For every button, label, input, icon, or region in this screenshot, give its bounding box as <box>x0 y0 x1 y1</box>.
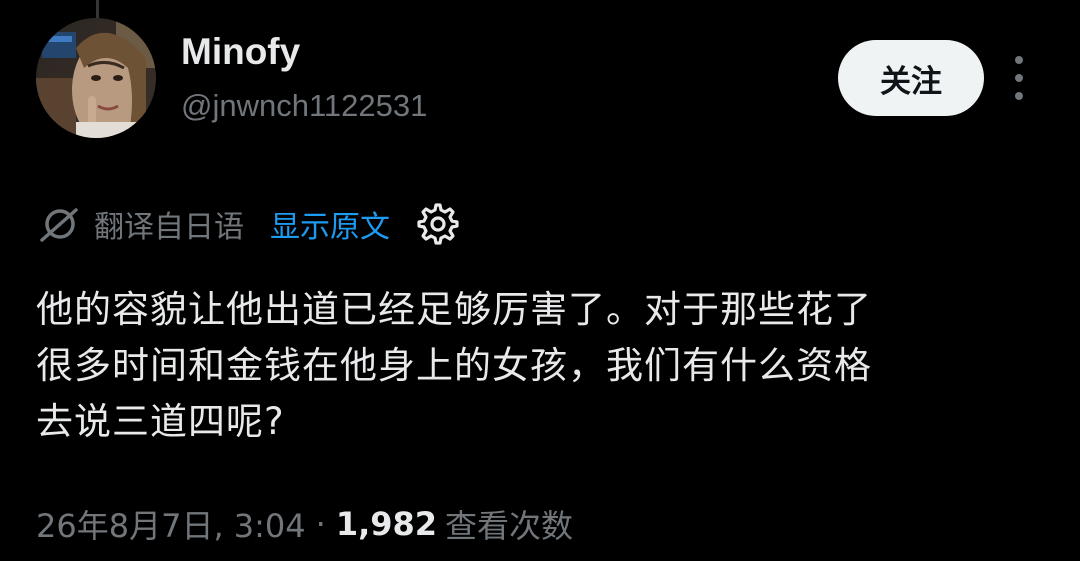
follow-button[interactable]: 关注 <box>838 40 984 116</box>
more-vertical-icon[interactable] <box>1004 56 1034 100</box>
author-info[interactable]: Minofy @jnwnch1122531 <box>181 28 427 128</box>
avatar-image <box>36 18 156 138</box>
author-handle[interactable]: @jnwnch1122531 <box>181 84 427 128</box>
tweet-text-line: 他的容貌让他出道已经足够厉害了。对于那些花了 <box>36 288 872 331</box>
more-dot <box>1015 92 1023 100</box>
tweet-meta: 26年8月7日, 3:04 · 1,982 查看次数 <box>36 498 573 550</box>
tweet-text-line: 很多时间和金钱在他身上的女孩，我们有什么资格 <box>36 344 872 387</box>
translated-from-label: 翻译自日语 <box>94 210 244 245</box>
avatar[interactable] <box>36 18 156 138</box>
more-dot <box>1015 74 1023 82</box>
tweet-text: 他的容貌让他出道已经足够厉害了。对于那些花了 很多时间和金钱在他身上的女孩，我们… <box>36 282 1046 450</box>
tweet-text-line: 去说三道四呢? <box>36 400 285 443</box>
gear-icon[interactable] <box>416 202 460 246</box>
show-original-link[interactable]: 显示原文 <box>270 202 390 246</box>
thread-connector-line <box>96 0 99 18</box>
tweet-timestamp[interactable]: 26年8月7日, 3:04 <box>36 501 306 547</box>
meta-separator: · <box>315 505 326 543</box>
views-count[interactable]: 1,982 <box>336 505 437 543</box>
translate-icon <box>40 208 78 242</box>
translation-bar: 翻译自日语 显示原文 <box>36 198 460 250</box>
more-dot <box>1015 56 1023 64</box>
author-display-name[interactable]: Minofy <box>181 28 427 76</box>
views-label: 查看次数 <box>445 507 574 545</box>
